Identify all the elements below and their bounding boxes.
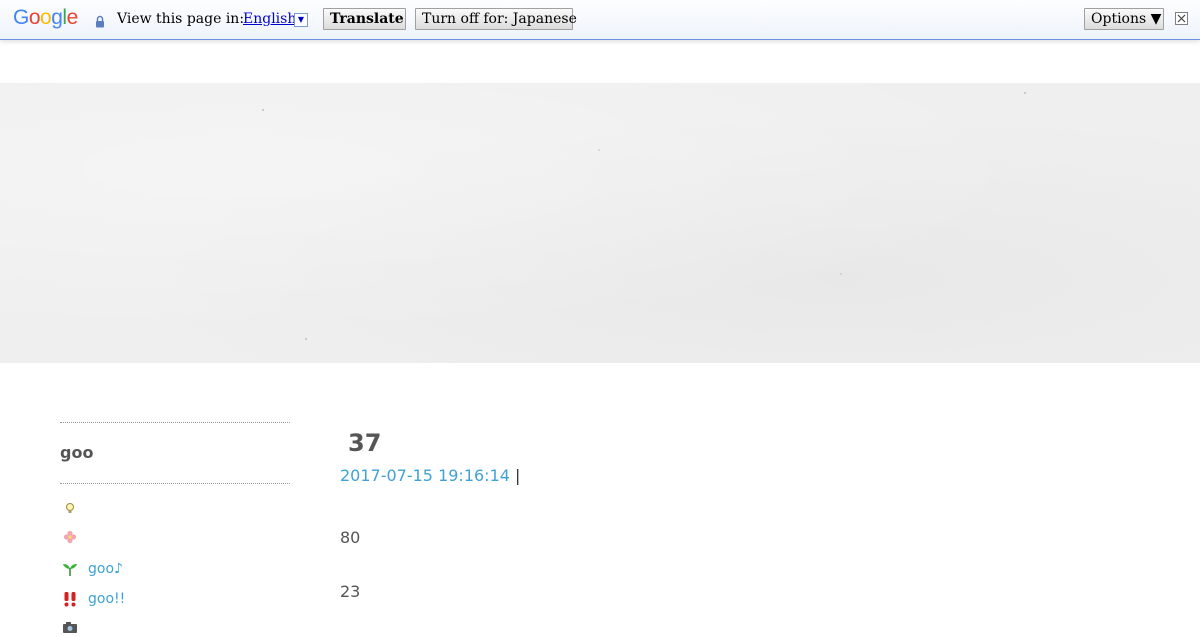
language-select[interactable]: English [243, 11, 296, 28]
header-banner [0, 83, 1200, 363]
turn-off-button[interactable]: Turn off for: Japanese [415, 8, 577, 30]
sidebar-item[interactable] [62, 527, 88, 547]
google-logo: Google [13, 6, 78, 30]
lightbulb-icon [66, 503, 74, 513]
logo-letter: G [13, 6, 29, 29]
logo-letter: e [66, 6, 79, 29]
options-button[interactable]: Options ▼ [1084, 8, 1164, 30]
texture-speck [262, 109, 264, 111]
camera-icon [63, 622, 77, 633]
logo-letter: o [28, 6, 41, 29]
post-text-line: 23 [340, 582, 361, 601]
divider [60, 483, 290, 484]
dropdown-arrow-icon[interactable]: ▼ [294, 13, 308, 27]
post-date-link[interactable]: 2017-07-15 19:16:14 [340, 466, 510, 485]
sprout-icon [63, 564, 77, 576]
translate-bar: Google View this page in: English ▼ Tran… [0, 0, 1200, 40]
sidebar-item[interactable] [62, 617, 88, 637]
meta-separator: | [515, 466, 521, 485]
texture-speck [840, 273, 842, 275]
lock-icon [95, 13, 105, 28]
view-page-label: View this page in: [117, 11, 245, 27]
translate-button[interactable]: Translate [323, 8, 406, 30]
exclamation-icon [64, 592, 76, 607]
sidebar-item[interactable]: goo♪ [62, 559, 123, 579]
post-title: 37 [348, 429, 382, 457]
sidebar-link[interactable]: goo!! [88, 591, 125, 607]
logo-letter: g [51, 6, 63, 29]
texture-speck [1024, 92, 1026, 94]
flower-icon [63, 530, 77, 544]
post-meta: 2017-07-15 19:16:14 | [340, 466, 520, 486]
logo-letter: o [40, 6, 52, 29]
sidebar-link[interactable]: goo♪ [88, 561, 123, 577]
sidebar-item[interactable] [62, 498, 88, 518]
close-icon[interactable] [1175, 12, 1188, 25]
divider [60, 422, 290, 423]
texture-speck [305, 338, 307, 340]
sidebar-title: goo [60, 443, 94, 462]
sidebar: goo [60, 422, 290, 484]
texture-speck [598, 149, 600, 151]
post-text-line: 80 [340, 528, 361, 547]
sidebar-item[interactable]: goo!! [62, 589, 125, 609]
